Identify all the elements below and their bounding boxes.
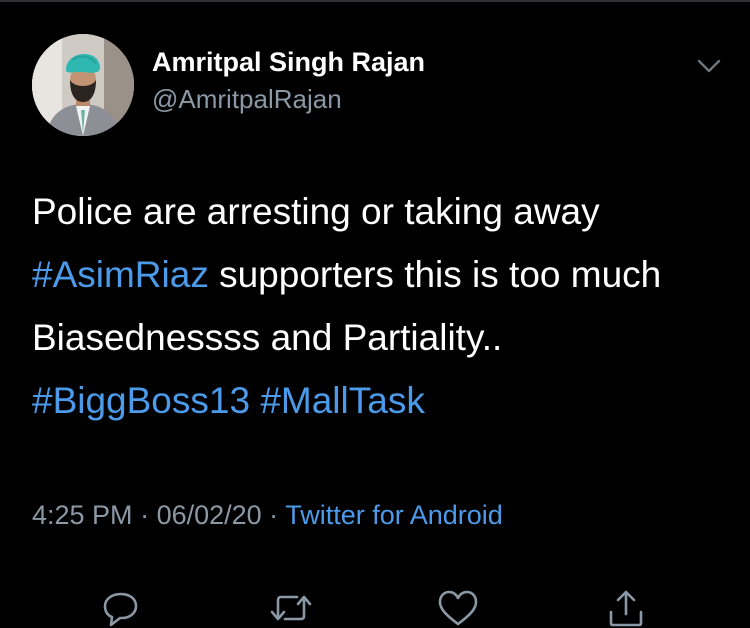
tweet-text-space (250, 380, 260, 421)
author-handle[interactable]: @AmritpalRajan (152, 84, 342, 115)
tweet-line-2: #AsimRiaz supporters this is too much (32, 243, 732, 306)
top-divider (0, 0, 750, 2)
tweet-time: 4:25 PM (32, 500, 133, 530)
tweet-line-4: #BiggBoss13 #MallTask (32, 369, 732, 432)
avatar-photo (32, 34, 134, 136)
reply-icon (103, 592, 138, 627)
tweet-date: 06/02/20 (156, 500, 262, 530)
hashtag-link[interactable]: #AsimRiaz (32, 254, 209, 295)
action-bar (0, 582, 750, 628)
meta-separator: · (132, 500, 157, 530)
author-display-name[interactable]: Amritpal Singh Rajan (152, 47, 425, 78)
reply-button[interactable] (99, 588, 143, 628)
tweet-line-3: Biasednessss and Partiality.. (32, 317, 503, 358)
tweet-meta: 4:25 PM · 06/02/20 · Twitter for Android (32, 500, 503, 531)
avatar[interactable] (32, 34, 134, 136)
tweet-text: Police are arresting or taking away #Asi… (32, 180, 732, 432)
tweet-line-1: Police are arresting or taking away (32, 191, 600, 232)
like-button[interactable] (436, 588, 480, 628)
retweet-button[interactable] (269, 588, 313, 628)
tweet-text-fragment: supporters this is too much (208, 254, 662, 295)
hashtag-link[interactable]: #MallTask (260, 380, 425, 421)
retweet-icon (270, 595, 312, 621)
more-options-button[interactable] (694, 54, 724, 78)
tweet-source-link[interactable]: Twitter for Android (285, 500, 503, 530)
hashtag-link[interactable]: #BiggBoss13 (32, 380, 250, 421)
share-icon (609, 590, 643, 627)
meta-separator: · (261, 500, 286, 530)
heart-icon (438, 590, 478, 626)
share-button[interactable] (604, 588, 648, 628)
chevron-down-icon (697, 59, 721, 73)
